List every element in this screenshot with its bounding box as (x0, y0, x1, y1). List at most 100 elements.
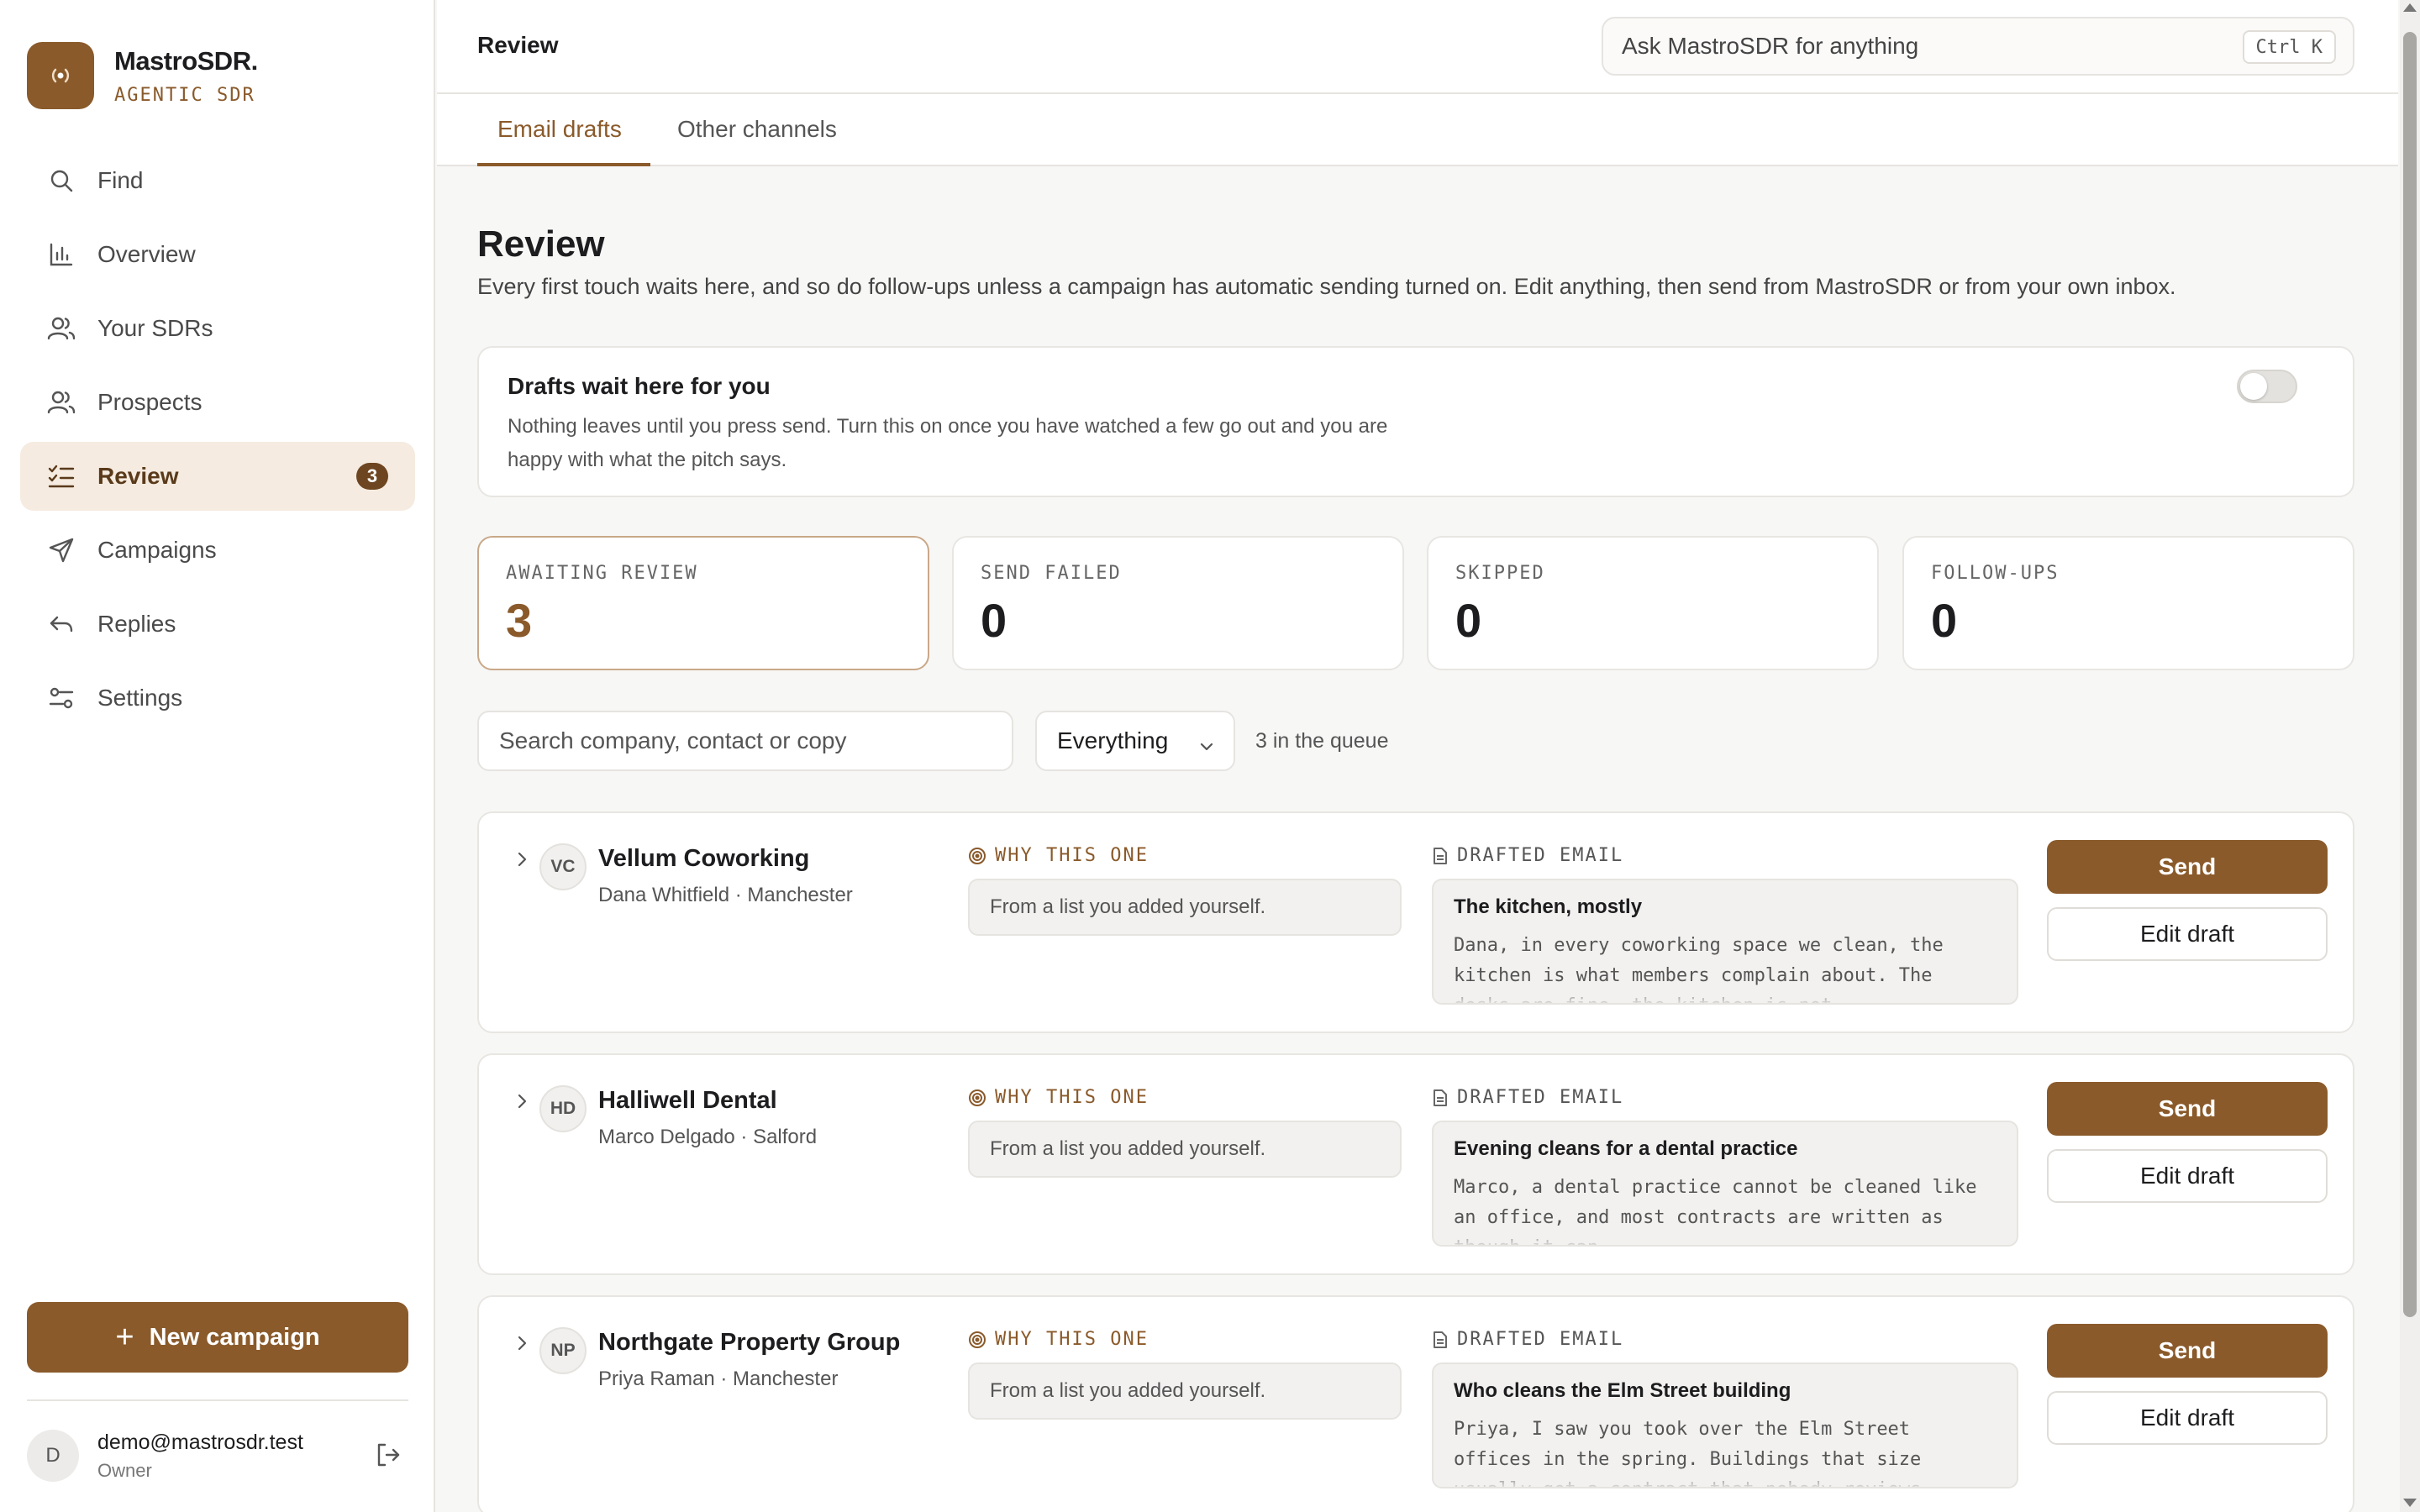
company-avatar: HD (539, 1085, 587, 1132)
drafted-label-text: DRAFTED EMAIL (1457, 1087, 1624, 1108)
scroll-up-arrow-icon[interactable] (2403, 3, 2417, 12)
stat-value: 3 (506, 594, 533, 647)
auto-send-title: Drafts wait here for you (508, 373, 771, 399)
search-icon (47, 166, 76, 195)
stat-label: SEND FAILED (981, 563, 1122, 584)
page-breadcrumb-title: Review (477, 32, 559, 58)
contact-info: Priya Raman · Manchester (598, 1368, 839, 1390)
sidebar-item-label: Settings (97, 685, 183, 711)
draft-row: NP Northgate Property Group Priya Raman … (477, 1295, 2354, 1512)
email-body: Marco, a dental practice cannot be clean… (1454, 1173, 1996, 1245)
top-bar: Review Ask MastroSDR for anything Ctrl K (437, 0, 2398, 94)
contact-info: Marco Delgado · Salford (598, 1126, 818, 1148)
user-role: Owner (97, 1459, 152, 1481)
queue-count: 3 in the queue (1255, 729, 1389, 753)
sidebar-divider (27, 1399, 408, 1401)
edit-draft-button[interactable]: Edit draft (2047, 1149, 2328, 1203)
email-body: Dana, in every coworking space we clean,… (1454, 931, 1996, 1003)
user-email: demo@mastrosdr.test (97, 1430, 303, 1454)
scrollbar-thumb[interactable] (2403, 32, 2417, 1317)
company-avatar: VC (539, 843, 587, 890)
email-preview[interactable]: The kitchen, mostly Dana, in every cowor… (1432, 879, 2018, 1005)
target-icon (968, 847, 986, 865)
why-this-one-label: WHY THIS ONE (968, 845, 1149, 866)
checklist-icon (47, 462, 76, 491)
stat-value: 0 (1931, 594, 1958, 647)
company-name[interactable]: Vellum Coworking (598, 845, 809, 873)
chevron-down-icon (1198, 734, 1215, 761)
company-name[interactable]: Halliwell Dental (598, 1087, 777, 1115)
draft-search-input[interactable] (477, 711, 1013, 771)
send-button[interactable]: Send (2047, 840, 2328, 894)
drafted-email-label: DRAFTED EMAIL (1432, 1087, 1623, 1108)
brand-subtitle: AGENTIC SDR (114, 84, 255, 106)
page-description: Every first touch waits here, and so do … (477, 274, 2176, 299)
sidebar-item-overview[interactable]: Overview (20, 220, 415, 289)
send-button[interactable]: Send (2047, 1082, 2328, 1136)
stat-send-failed[interactable]: SEND FAILED 0 (952, 536, 1404, 670)
target-icon (968, 1089, 986, 1107)
drafted-email-label: DRAFTED EMAIL (1432, 1329, 1623, 1350)
stat-follow-ups[interactable]: FOLLOW-UPS 0 (1902, 536, 2354, 670)
stat-label: SKIPPED (1455, 563, 1545, 584)
why-this-one-label: WHY THIS ONE (968, 1087, 1149, 1108)
why-this-one-label: WHY THIS ONE (968, 1329, 1149, 1350)
drafted-label-text: DRAFTED EMAIL (1457, 845, 1624, 866)
why-reason: From a list you added yourself. (968, 1121, 1402, 1178)
sidebar-item-find[interactable]: Find (20, 146, 415, 215)
sliders-icon (47, 684, 76, 712)
sidebar: MastroSDR. AGENTIC SDR Find Overview You… (0, 0, 435, 1512)
send-button[interactable]: Send (2047, 1324, 2328, 1378)
sidebar-nav: Find Overview Your SDRs Prospects Review (20, 146, 415, 738)
logout-icon[interactable] (375, 1441, 402, 1473)
sidebar-item-label: Campaigns (97, 537, 217, 563)
stat-label: FOLLOW-UPS (1931, 563, 2060, 584)
sidebar-item-label: Replies (97, 611, 176, 637)
new-campaign-button[interactable]: + New campaign (27, 1302, 408, 1373)
chevron-right-icon[interactable] (513, 1092, 531, 1115)
avatar: D (27, 1430, 79, 1482)
new-campaign-label: New campaign (149, 1323, 320, 1351)
chevron-right-icon[interactable] (513, 1334, 531, 1357)
reply-icon (47, 610, 76, 638)
scroll-down-arrow-icon[interactable] (2403, 1499, 2417, 1507)
sidebar-item-campaigns[interactable]: Campaigns (20, 516, 415, 585)
document-icon (1432, 1089, 1449, 1107)
email-body: Priya, I saw you took over the Elm Stree… (1454, 1415, 1996, 1487)
email-subject: Who cleans the Elm Street building (1454, 1379, 1791, 1402)
edit-draft-button[interactable]: Edit draft (2047, 907, 2328, 961)
why-reason: From a list you added yourself. (968, 1362, 1402, 1420)
email-preview[interactable]: Evening cleans for a dental practice Mar… (1432, 1121, 2018, 1247)
plus-icon: + (115, 1320, 134, 1355)
draft-row: VC Vellum Coworking Dana Whitfield · Man… (477, 811, 2354, 1033)
status-filter-select[interactable]: Everything (1035, 711, 1235, 771)
signal-icon (27, 42, 94, 109)
why-label-text: WHY THIS ONE (995, 845, 1149, 866)
keyboard-shortcut-hint: Ctrl K (2242, 30, 2336, 64)
stat-value: 0 (1455, 594, 1482, 647)
sidebar-item-prospects[interactable]: Prospects (20, 368, 415, 437)
company-name[interactable]: Northgate Property Group (598, 1329, 900, 1357)
sidebar-item-label: Prospects (97, 389, 203, 415)
stat-awaiting-review[interactable]: AWAITING REVIEW 3 (477, 536, 929, 670)
active-tab-indicator (477, 163, 650, 166)
auto-send-toggle[interactable] (2237, 370, 2297, 403)
ask-ai-search-input[interactable]: Ask MastroSDR for anything Ctrl K (1602, 17, 2354, 76)
edit-draft-button[interactable]: Edit draft (2047, 1391, 2328, 1445)
select-value: Everything (1057, 727, 1169, 753)
tab-email-drafts[interactable]: Email drafts (497, 116, 622, 143)
sidebar-item-settings[interactable]: Settings (20, 664, 415, 732)
sidebar-item-replies[interactable]: Replies (20, 590, 415, 659)
chevron-right-icon[interactable] (513, 850, 531, 873)
tab-other-channels[interactable]: Other channels (677, 116, 837, 143)
sidebar-item-your-sdrs[interactable]: Your SDRs (20, 294, 415, 363)
email-preview[interactable]: Who cleans the Elm Street building Priya… (1432, 1362, 2018, 1488)
stat-skipped[interactable]: SKIPPED 0 (1427, 536, 1879, 670)
draft-row: HD Halliwell Dental Marco Delgado · Salf… (477, 1053, 2354, 1275)
brand[interactable]: MastroSDR. AGENTIC SDR (27, 42, 258, 109)
email-subject: Evening cleans for a dental practice (1454, 1137, 1798, 1160)
toggle-knob (2240, 373, 2267, 400)
sidebar-item-label: Overview (97, 241, 196, 267)
why-reason: From a list you added yourself. (968, 879, 1402, 936)
sidebar-item-review[interactable]: Review 3 (20, 442, 415, 511)
